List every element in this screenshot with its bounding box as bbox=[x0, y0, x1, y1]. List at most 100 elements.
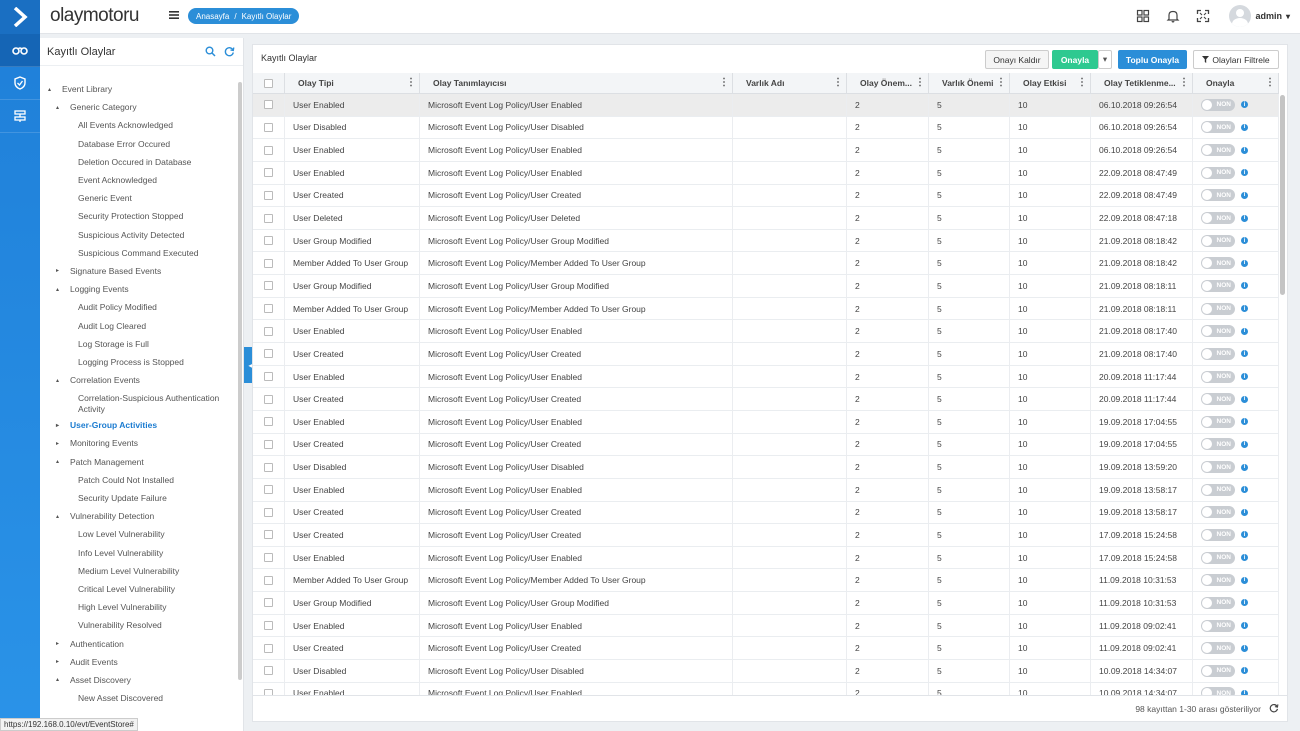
approve-toggle[interactable]: NON bbox=[1201, 370, 1235, 383]
row-checkbox[interactable] bbox=[264, 168, 273, 178]
info-icon[interactable]: i bbox=[1241, 622, 1248, 630]
table-row[interactable]: User Group Modified Microsoft Event Log P… bbox=[253, 229, 1279, 253]
avatar[interactable] bbox=[1229, 5, 1252, 27]
search-icon[interactable] bbox=[205, 46, 216, 57]
info-icon[interactable]: i bbox=[1241, 486, 1248, 494]
info-icon[interactable]: i bbox=[1241, 667, 1248, 675]
tree-item[interactable]: ▴ Vulnerability Detection bbox=[40, 507, 236, 525]
col-event-type-header[interactable]: Olay Tipi ⋮ bbox=[285, 73, 420, 93]
row-checkbox[interactable] bbox=[264, 349, 273, 359]
row-checkbox[interactable] bbox=[264, 372, 273, 381]
table-row[interactable]: User Disabled Microsoft Event Log Policy/… bbox=[253, 660, 1279, 683]
caret-expanded-icon[interactable]: ▴ bbox=[56, 377, 62, 384]
tree-item[interactable]: ▸ Authentication bbox=[40, 634, 236, 652]
tree-item[interactable]: ▸ Monitoring Events bbox=[40, 434, 236, 452]
tree-item[interactable]: Security Update Failure bbox=[40, 489, 236, 507]
tree-item[interactable]: Deletion Occured in Database bbox=[40, 153, 236, 171]
info-icon[interactable]: i bbox=[1241, 576, 1248, 584]
row-checkbox[interactable] bbox=[264, 213, 273, 223]
row-checkbox[interactable] bbox=[264, 122, 273, 132]
info-icon[interactable]: i bbox=[1241, 644, 1248, 652]
tree-item[interactable]: Log Storage is Full bbox=[40, 335, 236, 353]
table-row[interactable]: User Enabled Microsoft Event Log Policy/U… bbox=[253, 546, 1279, 570]
table-row[interactable]: User Deleted Microsoft Event Log Policy/U… bbox=[253, 207, 1279, 230]
user-name[interactable]: admin bbox=[1255, 11, 1282, 21]
approve-toggle[interactable]: NON bbox=[1201, 257, 1235, 270]
column-menu-icon[interactable]: ⋮ bbox=[1179, 78, 1189, 88]
approve-toggle[interactable]: NON bbox=[1201, 596, 1235, 609]
info-icon[interactable]: i bbox=[1241, 146, 1248, 154]
tree-item[interactable]: Database Error Occured bbox=[40, 135, 236, 153]
col-asset-severity-header[interactable]: Varlık Önemi ⋮ bbox=[929, 73, 1010, 93]
row-checkbox[interactable] bbox=[264, 507, 273, 517]
column-menu-icon[interactable]: ⋮ bbox=[833, 78, 843, 88]
approve-toggle[interactable]: NON bbox=[1201, 642, 1235, 655]
row-checkbox[interactable] bbox=[264, 575, 273, 585]
approve-toggle[interactable]: NON bbox=[1201, 506, 1235, 519]
info-icon[interactable]: i bbox=[1241, 440, 1248, 448]
row-checkbox[interactable] bbox=[264, 190, 273, 200]
table-row[interactable]: User Created Microsoft Event Log Policy/U… bbox=[253, 388, 1279, 411]
brand-logo[interactable]: olaymotoru bbox=[50, 5, 140, 27]
table-row[interactable]: User Group Modified Microsoft Event Log P… bbox=[253, 275, 1279, 298]
approve-toggle[interactable]: NON bbox=[1201, 189, 1235, 202]
row-checkbox[interactable] bbox=[264, 417, 273, 427]
info-icon[interactable]: i bbox=[1241, 599, 1248, 607]
col-approve-header[interactable]: Onayla ⋮ bbox=[1193, 73, 1279, 93]
approve-toggle[interactable]: NON bbox=[1201, 347, 1235, 360]
column-menu-icon[interactable]: ⋮ bbox=[1265, 78, 1275, 88]
column-menu-icon[interactable]: ⋮ bbox=[1077, 78, 1087, 88]
tree-item[interactable]: Vulnerability Resolved bbox=[40, 616, 236, 634]
approve-toggle[interactable]: NON bbox=[1201, 483, 1235, 496]
column-menu-icon[interactable]: ⋮ bbox=[406, 78, 416, 88]
tree-item[interactable]: Patch Could Not Installed bbox=[40, 471, 236, 489]
approve-button[interactable]: Onayla bbox=[1052, 50, 1098, 69]
table-row[interactable]: User Created Microsoft Event Log Policy/U… bbox=[253, 524, 1279, 547]
approve-toggle[interactable]: NON bbox=[1201, 664, 1235, 677]
tree-item[interactable]: ▸ User-Group Activities bbox=[40, 416, 236, 434]
tree-item[interactable]: ▴ Patch Management bbox=[40, 453, 236, 471]
rules-icon[interactable] bbox=[0, 100, 40, 133]
tree-item[interactable]: Security Protection Stopped bbox=[40, 207, 236, 225]
tree-item[interactable]: All Events Acknowledged bbox=[40, 116, 236, 134]
col-trigger-time-header[interactable]: Olay Tetiklenme... ⋮ bbox=[1091, 73, 1193, 93]
binoculars-icon[interactable] bbox=[0, 34, 40, 67]
row-checkbox[interactable] bbox=[264, 462, 273, 472]
table-row[interactable]: User Enabled Microsoft Event Log Policy/U… bbox=[253, 478, 1279, 502]
tree-item[interactable]: Low Level Vulnerability bbox=[40, 525, 236, 543]
tree-item[interactable]: ▸ Audit Events bbox=[40, 653, 236, 671]
table-row[interactable]: User Disabled Microsoft Event Log Policy/… bbox=[253, 456, 1279, 479]
info-icon[interactable]: i bbox=[1241, 305, 1248, 313]
approve-toggle[interactable]: NON bbox=[1201, 234, 1235, 247]
row-checkbox[interactable] bbox=[264, 485, 273, 495]
refresh-icon[interactable] bbox=[1269, 703, 1279, 713]
info-icon[interactable]: i bbox=[1241, 418, 1248, 426]
grid-icon[interactable] bbox=[1136, 9, 1150, 23]
col-event-identifier-header[interactable]: Olay Tanımlayıcısı ⋮ bbox=[420, 73, 733, 93]
info-icon[interactable]: i bbox=[1241, 508, 1248, 516]
tree-item[interactable]: ▴ Generic Category bbox=[40, 98, 236, 116]
logo-icon[interactable] bbox=[0, 0, 40, 34]
row-checkbox[interactable] bbox=[264, 439, 273, 449]
info-icon[interactable]: i bbox=[1241, 259, 1248, 267]
info-icon[interactable]: i bbox=[1241, 214, 1248, 222]
table-row[interactable]: User Created Microsoft Event Log Policy/U… bbox=[253, 501, 1279, 525]
table-row[interactable]: Member Added To User Group Microsoft Even… bbox=[253, 569, 1279, 593]
info-icon[interactable]: i bbox=[1241, 237, 1248, 245]
grid-scrollbar[interactable] bbox=[1280, 95, 1285, 295]
info-icon[interactable]: i bbox=[1241, 531, 1248, 539]
caret-collapsed-icon[interactable]: ▸ bbox=[56, 440, 62, 447]
info-icon[interactable]: i bbox=[1241, 123, 1248, 131]
info-icon[interactable]: i bbox=[1241, 191, 1248, 199]
table-row[interactable]: User Created Microsoft Event Log Policy/U… bbox=[253, 343, 1279, 366]
tree-item[interactable]: ▴ Correlation Events bbox=[40, 371, 236, 389]
approve-toggle[interactable]: NON bbox=[1201, 212, 1235, 225]
tree-item[interactable]: Audit Log Cleared bbox=[40, 316, 236, 334]
breadcrumb-home[interactable]: Anasayfa bbox=[196, 12, 229, 21]
fullscreen-icon[interactable] bbox=[1196, 9, 1210, 23]
table-row[interactable]: User Enabled Microsoft Event Log Policy/U… bbox=[253, 365, 1279, 389]
row-checkbox[interactable] bbox=[264, 553, 273, 563]
info-icon[interactable]: i bbox=[1241, 327, 1248, 335]
approve-toggle[interactable]: NON bbox=[1201, 415, 1235, 428]
column-menu-icon[interactable]: ⋮ bbox=[719, 78, 729, 88]
